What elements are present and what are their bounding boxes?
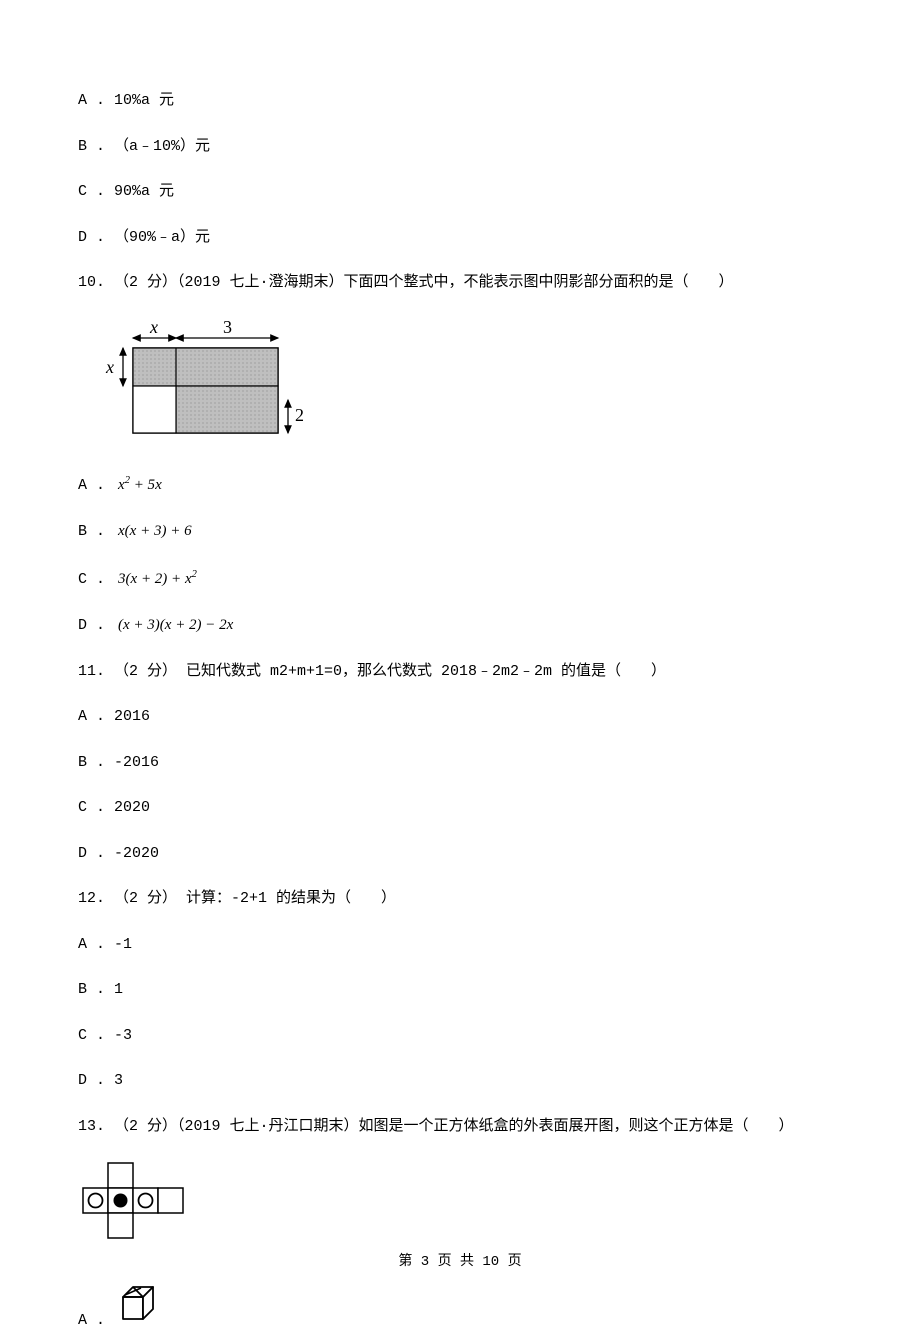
q10-option-d: D . (x + 3)(x + 2) − 2x (78, 614, 842, 638)
q13-net-diagram (78, 1161, 842, 1261)
q12-stem: 12. （2 分） 计算：-2+1 的结果为（ ） (78, 888, 842, 911)
q10-stem: 10. （2 分）（2019 七上·澄海期末）下面四个整式中，不能表示图中阴影部… (78, 272, 842, 295)
pre-option-b: B . （a﹣10%）元 (78, 136, 842, 159)
q10-option-b: B . x(x + 3) + 6 (78, 520, 842, 544)
q11-stem: 11. （2 分） 已知代数式 m2+m+1=0，那么代数式 2018﹣2m2﹣… (78, 661, 842, 684)
q10-label-x-left: x (105, 357, 114, 377)
pre-option-c: C . 90%a 元 (78, 181, 842, 204)
q13-option-a: A . (78, 1279, 842, 1329)
q12-option-b: B . 1 (78, 979, 842, 1002)
q10-optB-formula: x(x + 3) + 6 (118, 523, 192, 539)
q10-diagram: x 3 x 2 (98, 318, 842, 448)
q10-optD-prefix: D . (78, 617, 114, 634)
q12-option-a: A . -1 (78, 934, 842, 957)
q10-option-a: A . x2 + 5x (78, 473, 842, 498)
q10-label-3: 3 (223, 318, 232, 337)
page-footer: 第 3 页 共 10 页 (0, 1250, 920, 1270)
cube-icon (113, 1279, 163, 1329)
pre-option-a: A . 10%a 元 (78, 90, 842, 113)
q10-optA-formula: x2 + 5x (118, 477, 162, 493)
q12-option-c: C . -3 (78, 1025, 842, 1048)
q10-option-c: C . 3(x + 2) + x2 (78, 567, 842, 592)
q10-optC-prefix: C . (78, 571, 114, 588)
q10-optD-formula: (x + 3)(x + 2) − 2x (118, 617, 233, 633)
q13-stem: 13. （2 分）（2019 七上·丹江口期末）如图是一个正方体纸盒的外表面展开… (78, 1116, 842, 1139)
q11-option-d: D . -2020 (78, 843, 842, 866)
q10-optB-prefix: B . (78, 523, 114, 540)
q11-option-a: A . 2016 (78, 706, 842, 729)
q12-option-d: D . 3 (78, 1070, 842, 1093)
pre-option-d: D . （90%﹣a）元 (78, 227, 842, 250)
q10-optC-formula: 3(x + 2) + x2 (118, 571, 197, 587)
q10-label-2: 2 (295, 405, 304, 425)
q10-label-x-top: x (149, 318, 158, 337)
q10-optA-prefix: A . (78, 477, 114, 494)
q13-optA-prefix: A . (78, 1312, 105, 1329)
q11-option-b: B . -2016 (78, 752, 842, 775)
q11-option-c: C . 2020 (78, 797, 842, 820)
